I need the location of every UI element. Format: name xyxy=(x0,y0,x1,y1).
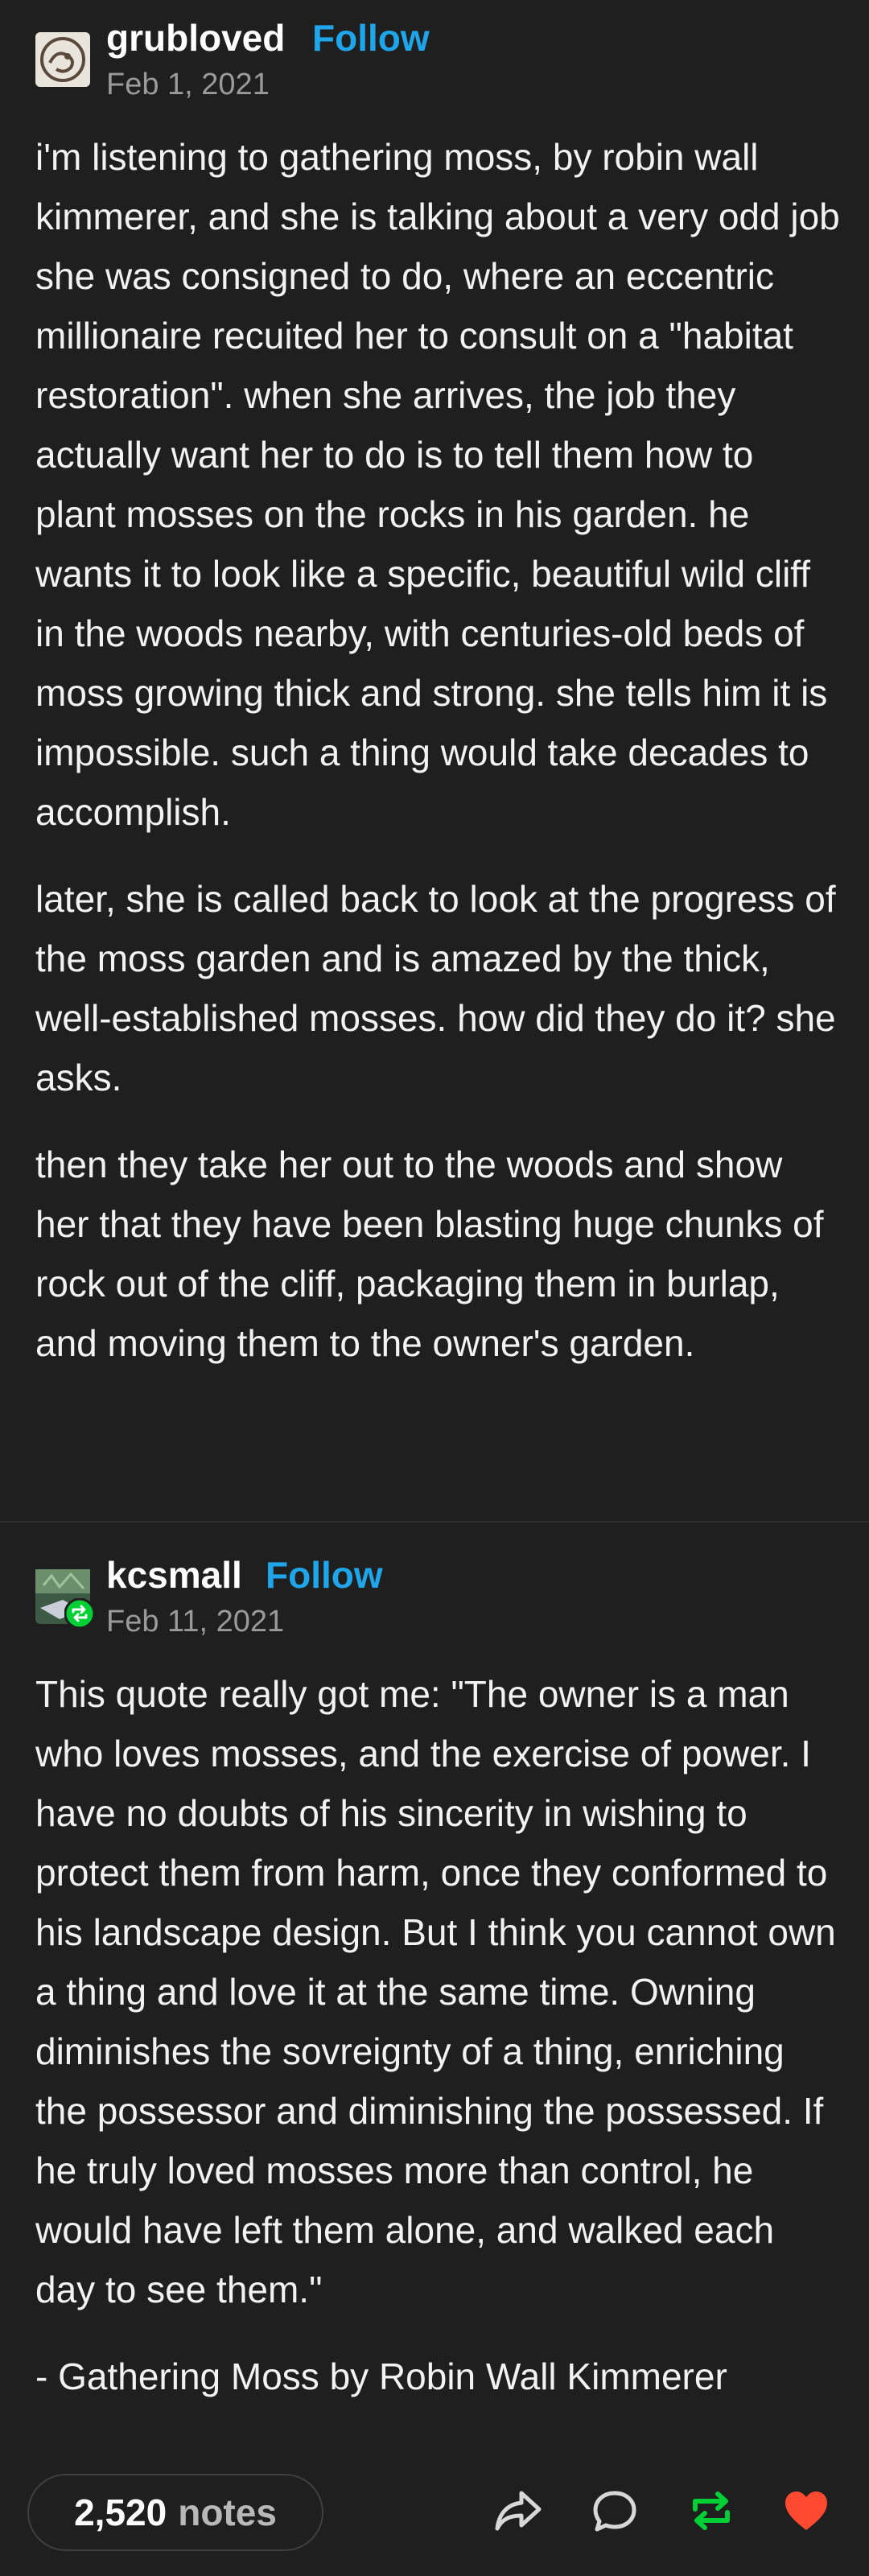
post-body: i'm listening to gathering moss, by robi… xyxy=(35,127,840,1373)
post-footer: 2,520 notes xyxy=(0,2448,869,2576)
like-icon[interactable] xyxy=(780,2485,832,2537)
attribution: - Gathering Moss by Robin Wall Kimmerer xyxy=(35,2355,727,2397)
notes-count: 2,520 xyxy=(74,2492,167,2533)
avatar-image xyxy=(35,32,90,87)
username[interactable]: grubloved xyxy=(106,19,285,56)
notes-button[interactable]: 2,520 notes xyxy=(27,2474,323,2551)
username[interactable]: kcsmall xyxy=(106,1556,242,1593)
post-date: Feb 11, 2021 xyxy=(106,1605,285,1638)
post-body: This quote really got me: "The owner is … xyxy=(35,1664,840,2406)
reply-icon[interactable] xyxy=(589,2485,640,2537)
avatar-grubloved[interactable] xyxy=(35,32,90,87)
post-paragraph: i'm listening to gathering moss, by robi… xyxy=(35,136,840,833)
notes-label: notes xyxy=(178,2492,277,2533)
post-paragraph: later, she is called back to look at the… xyxy=(35,878,836,1098)
post-grubloved: grubloved Follow Feb 1, 2021 i'm listeni… xyxy=(0,0,869,1521)
reblog-icon[interactable] xyxy=(686,2485,737,2537)
reblog-badge-icon xyxy=(64,1598,95,1629)
share-icon[interactable] xyxy=(492,2485,544,2537)
quote-paragraph: This quote really got me: "The owner is … xyxy=(35,1673,836,2310)
follow-button[interactable]: Follow xyxy=(312,19,430,56)
post-date: Feb 1, 2021 xyxy=(106,68,270,101)
follow-button[interactable]: Follow xyxy=(266,1556,383,1593)
avatar-kcsmall[interactable] xyxy=(35,1569,95,1629)
post-kcsmall: kcsmall Follow Feb 11, 2021 This quote r… xyxy=(0,1523,869,2448)
post-paragraph: then they take her out to the woods and … xyxy=(35,1144,824,1364)
